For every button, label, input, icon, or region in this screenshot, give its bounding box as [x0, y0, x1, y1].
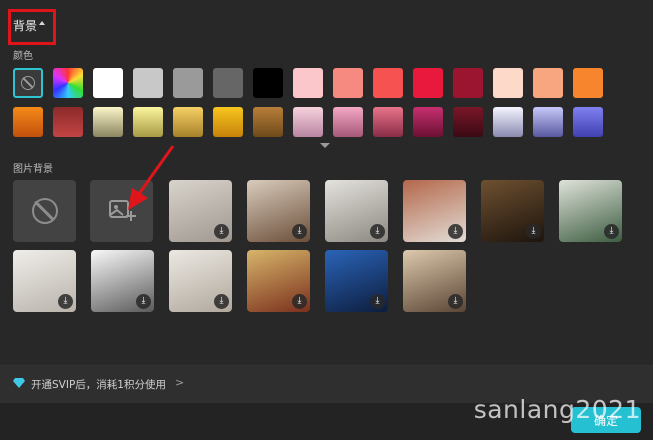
download-icon[interactable]: ⤓ [448, 294, 463, 309]
color-swatch[interactable] [573, 68, 603, 98]
tile-white-room[interactable]: ⤓ [325, 180, 388, 242]
color-swatch[interactable] [253, 68, 283, 98]
color-swatch[interactable] [173, 68, 203, 98]
gradient-swatch[interactable] [453, 107, 483, 137]
color-swatch[interactable] [213, 68, 243, 98]
colors-label: 颜色 [13, 51, 33, 62]
svip-notice[interactable]: 开通SVIP后，消耗1积分使用 [31, 377, 166, 392]
gradient-swatch[interactable] [333, 107, 363, 137]
tile-ocean-window[interactable]: ⤓ [325, 250, 388, 312]
download-icon[interactable]: ⤓ [604, 224, 619, 239]
gradient-swatch[interactable] [413, 107, 443, 137]
download-icon[interactable]: ⤓ [526, 224, 541, 239]
download-icon[interactable]: ⤓ [136, 294, 151, 309]
tile-vase-window[interactable]: ⤓ [247, 180, 310, 242]
download-icon[interactable]: ⤓ [214, 294, 229, 309]
image-background-label: 图片背景 [13, 164, 53, 175]
color-swatch[interactable] [493, 68, 523, 98]
color-swatch[interactable] [533, 68, 563, 98]
color-swatch[interactable] [333, 68, 363, 98]
gradient-swatch[interactable] [533, 107, 563, 137]
gradient-swatch[interactable] [213, 107, 243, 137]
gradient-swatch[interactable] [493, 107, 523, 137]
tile-christmas[interactable]: ⤓ [247, 250, 310, 312]
gradient-swatch[interactable] [133, 107, 163, 137]
download-icon[interactable]: ⤓ [58, 294, 73, 309]
gradient-swatch[interactable] [373, 107, 403, 137]
watermark-text: sanlang2021 [473, 395, 641, 424]
tile-beige-lamp[interactable]: ⤓ [403, 250, 466, 312]
gradient-swatch[interactable] [253, 107, 283, 137]
download-icon[interactable]: ⤓ [448, 224, 463, 239]
gradient-swatch[interactable] [573, 107, 603, 137]
no-symbol-icon [31, 198, 58, 224]
color-swatch[interactable] [373, 68, 403, 98]
gradient-swatch[interactable] [93, 107, 123, 137]
download-icon[interactable]: ⤓ [370, 224, 385, 239]
caret-up-icon[interactable] [39, 21, 45, 25]
tile-warm-lamp[interactable]: ⤓ [481, 180, 544, 242]
download-icon[interactable]: ⤓ [370, 294, 385, 309]
no-color-swatch[interactable] [13, 68, 43, 98]
gradient-swatch[interactable] [13, 107, 43, 137]
gradient-swatch[interactable] [293, 107, 323, 137]
tile-bright-shelf[interactable]: ⤓ [13, 250, 76, 312]
no-image-tile[interactable] [13, 180, 76, 242]
download-icon[interactable]: ⤓ [292, 294, 307, 309]
tile-plant-shelf[interactable]: ⤓ [559, 180, 622, 242]
expand-more-icon[interactable] [320, 143, 330, 148]
color-swatch[interactable] [293, 68, 323, 98]
diamond-icon [13, 378, 25, 388]
color-swatch[interactable] [93, 68, 123, 98]
color-swatch[interactable] [453, 68, 483, 98]
tile-wall-arch[interactable]: ⤓ [169, 180, 232, 242]
tile-curtain[interactable]: ⤓ [169, 250, 232, 312]
tile-brick-arch[interactable]: ⤓ [403, 180, 466, 242]
no-symbol-icon [21, 76, 35, 90]
gradient-swatch[interactable] [173, 107, 203, 137]
color-picker-swatch[interactable] [53, 68, 83, 98]
tile-white-door[interactable]: ⤓ [91, 250, 154, 312]
background-tab-title[interactable]: 背景 [13, 17, 37, 34]
chevron-right-icon[interactable]: > [175, 376, 184, 389]
gradient-swatch[interactable] [53, 107, 83, 137]
color-swatch[interactable] [413, 68, 443, 98]
download-icon[interactable]: ⤓ [214, 224, 229, 239]
color-swatch[interactable] [133, 68, 163, 98]
download-icon[interactable]: ⤓ [292, 224, 307, 239]
